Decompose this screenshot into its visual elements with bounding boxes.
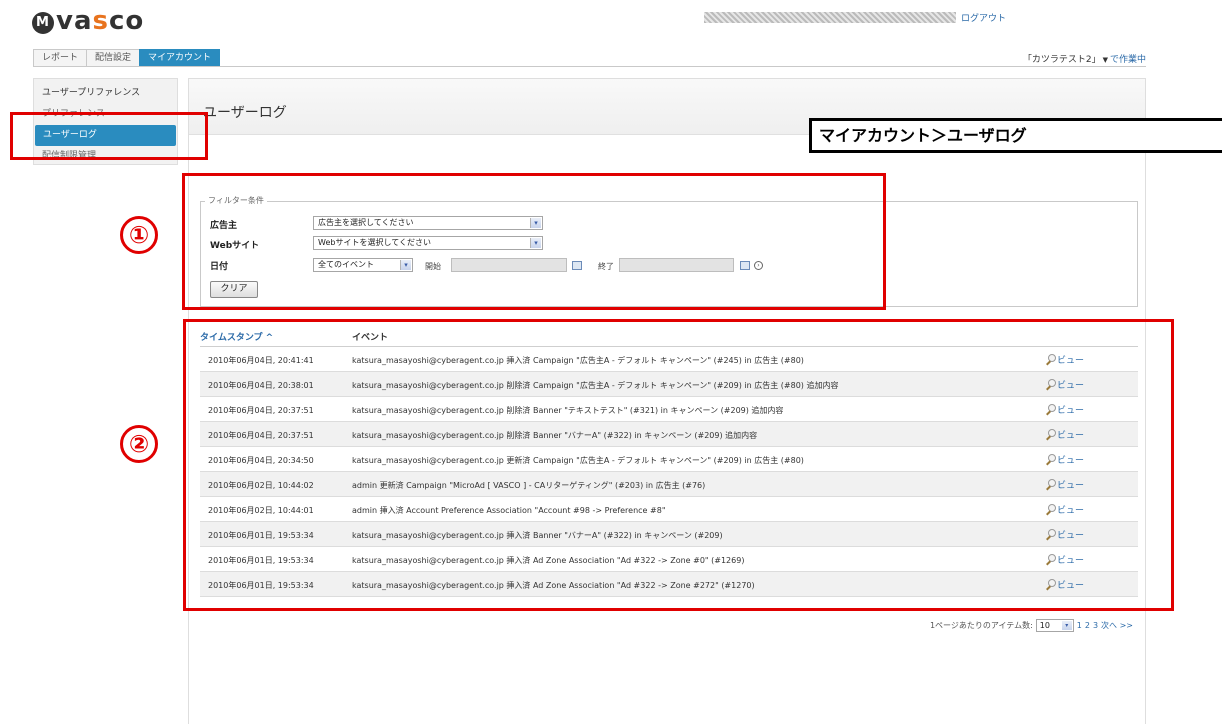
pagination: 1ページあたりのアイテム数: 10 ▾ 1 2 3 次へ >> <box>930 619 1133 632</box>
tab-divider <box>33 66 1146 67</box>
highlight-sidebar-user-log <box>10 112 208 160</box>
tab-my-account[interactable]: マイアカウント <box>139 49 221 66</box>
page-link-3[interactable]: 3 <box>1093 621 1098 630</box>
per-page-select[interactable]: 10 ▾ <box>1035 619 1074 632</box>
tab-delivery-settings[interactable]: 配信設定 <box>86 49 141 66</box>
page-link-2[interactable]: 2 <box>1085 621 1090 630</box>
per-page-label: 1ページあたりのアイテム数: <box>929 621 1033 630</box>
page-link-1[interactable]: 1 <box>1077 621 1082 630</box>
account-status: 「カツラテスト2」 ▼ で作業中 <box>1023 52 1146 65</box>
vasco-logo[interactable]: Mvasco <box>32 6 144 36</box>
account-switcher[interactable]: 「カツラテスト2」 <box>1023 55 1101 65</box>
breadcrumb-callout: マイアカウント＞ユーザログ <box>819 126 1027 145</box>
logout-link[interactable]: ログアウト <box>961 11 1006 24</box>
per-page-value: 10 <box>1039 621 1050 630</box>
masked-username <box>704 12 956 23</box>
main-tabs: レポート 配信設定 マイアカウント <box>33 49 221 66</box>
next-page-link[interactable]: 次へ >> <box>1101 620 1133 631</box>
logo-accent: s <box>92 6 109 36</box>
highlight-filter-section <box>182 173 886 310</box>
chevron-down-icon: ▾ <box>1061 621 1072 630</box>
sidebar-item-user-preference[interactable]: ユーザープリファレンス <box>34 83 177 104</box>
logo-mark-icon: M <box>32 12 54 34</box>
highlight-log-table <box>183 319 1174 611</box>
caret-down-icon[interactable]: ▼ <box>1103 56 1108 64</box>
annotation-marker-1: ① <box>120 216 158 254</box>
tab-reports[interactable]: レポート <box>33 49 88 66</box>
annotation-marker-2: ② <box>120 425 158 463</box>
working-status: で作業中 <box>1109 55 1146 65</box>
logo-suffix: co <box>108 6 145 36</box>
logo-prefix: va <box>56 6 93 36</box>
page-title: ユーザーログ <box>203 105 287 121</box>
